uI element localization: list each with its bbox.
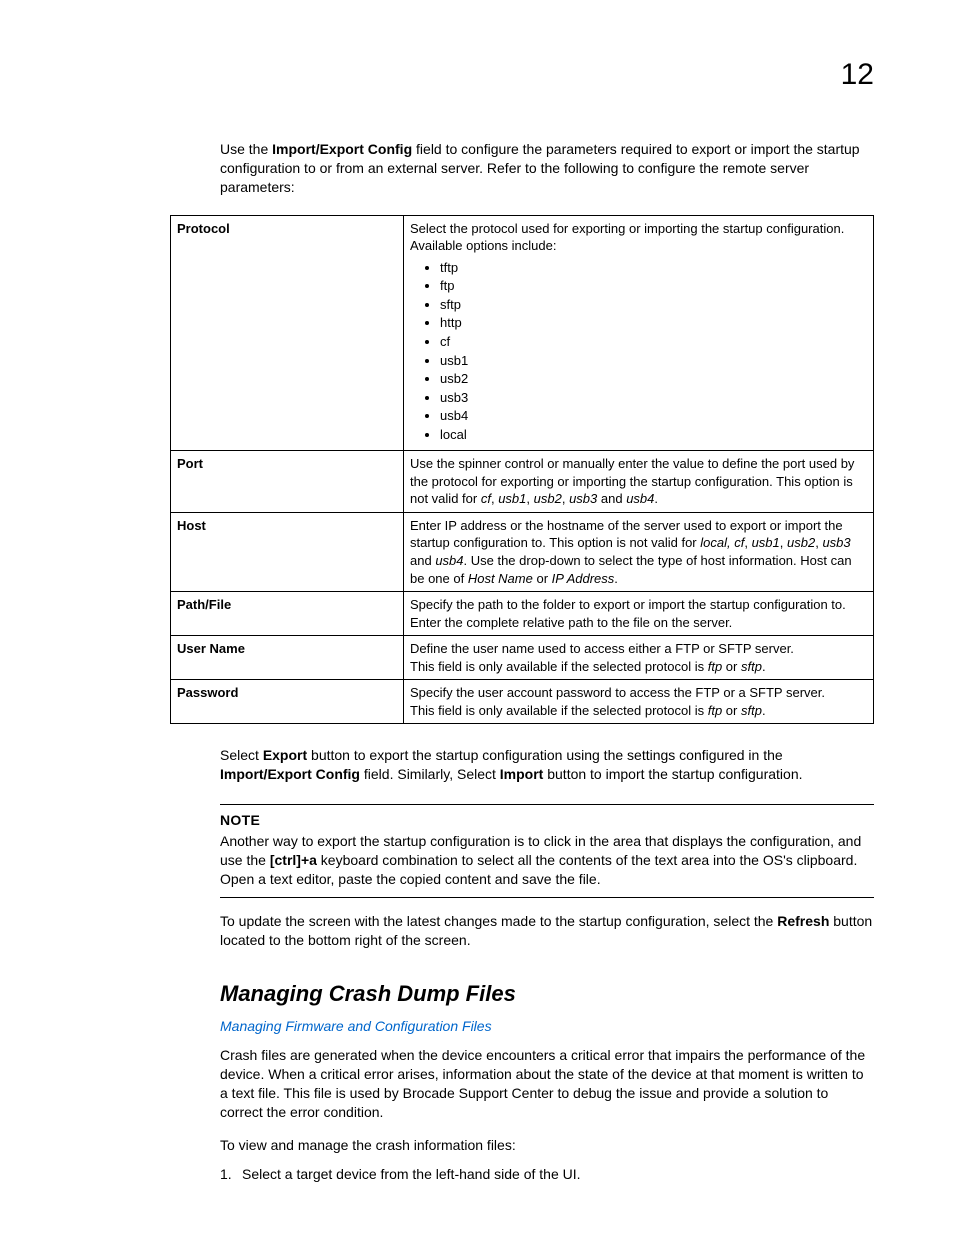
text-block: Enter IP address or the hostname of the … <box>410 517 867 587</box>
text-italic: usb1 <box>498 491 526 506</box>
text: Select <box>220 747 263 763</box>
text: Define the user name used to access eith… <box>410 641 794 656</box>
list-item: usb3 <box>440 389 867 408</box>
text-italic: usb2 <box>534 491 562 506</box>
text-italic: usb4 <box>626 491 654 506</box>
section-heading: Managing Crash Dump Files <box>220 979 874 1009</box>
param-label: User Name <box>171 636 404 680</box>
list-item: http <box>440 314 867 333</box>
text-italic: sftp <box>741 659 762 674</box>
param-label: Protocol <box>171 215 404 451</box>
param-label: Password <box>171 680 404 724</box>
crash-paragraph: Crash files are generated when the devic… <box>170 1046 874 1122</box>
note-block: NOTE Another way to export the startup c… <box>220 804 874 898</box>
text: , <box>526 491 533 506</box>
text-italic: sftp <box>741 703 762 718</box>
text: . <box>614 571 618 586</box>
list-item: tftp <box>440 259 867 278</box>
text-bold: Import <box>500 766 544 782</box>
param-description: Specify the path to the folder to export… <box>404 592 874 636</box>
step-number: 1. <box>220 1165 242 1184</box>
table-row: User Name Define the user name used to ac… <box>171 636 874 680</box>
table-row: ProtocolSelect the protocol used for exp… <box>171 215 874 451</box>
text: Specify the user account password to acc… <box>410 685 825 700</box>
section-link[interactable]: Managing Firmware and Configuration File… <box>220 1017 874 1036</box>
text-italic: usb1 <box>752 535 780 550</box>
ordered-step: 1.Select a target device from the left-h… <box>220 1165 874 1184</box>
text-italic: IP Address <box>552 571 615 586</box>
text-italic: Host Name <box>468 571 533 586</box>
text-italic: cf <box>481 491 491 506</box>
text: This field is only available if the sele… <box>410 703 708 718</box>
intro-paragraph: Use the Import/Export Config field to co… <box>170 140 874 197</box>
param-description: Select the protocol used for exporting o… <box>404 215 874 451</box>
text-italic: usb4 <box>435 553 463 568</box>
list-item: local <box>440 426 867 445</box>
text-italic: usb2 <box>787 535 815 550</box>
text: Use the <box>220 141 272 157</box>
text: button to import the startup configurati… <box>543 766 802 782</box>
text-line: This field is only available if the sele… <box>410 658 867 676</box>
param-label: Path/File <box>171 592 404 636</box>
list-item: ftp <box>440 277 867 296</box>
option-list: tftpftpsftphttpcfusb1usb2usb3usb4local <box>440 259 867 444</box>
param-description: Enter IP address or the hostname of the … <box>404 512 874 591</box>
text: . <box>762 703 766 718</box>
text: To update the screen with the latest cha… <box>220 913 777 929</box>
text: This field is only available if the sele… <box>410 659 708 674</box>
text: and <box>597 491 626 506</box>
text-bold: [ctrl]+a <box>270 852 317 868</box>
step-text: Select a target device from the left-han… <box>242 1166 581 1182</box>
param-label: Host <box>171 512 404 591</box>
param-description: Use the spinner control or manually ente… <box>404 451 874 513</box>
list-item: usb2 <box>440 370 867 389</box>
note-body: Another way to export the startup config… <box>220 832 874 889</box>
note-title: NOTE <box>220 811 874 830</box>
text-italic: local, cf <box>700 535 744 550</box>
text: or <box>722 659 741 674</box>
text-italic: ftp <box>708 703 722 718</box>
list-item: sftp <box>440 296 867 315</box>
param-label: Port <box>171 451 404 513</box>
table-row: Password Specify the user account passwor… <box>171 680 874 724</box>
document-page: 12 Use the Import/Export Config field to… <box>0 0 954 1235</box>
list-item: usb4 <box>440 407 867 426</box>
text: , <box>562 491 569 506</box>
text: and <box>410 553 435 568</box>
parameters-table: ProtocolSelect the protocol used for exp… <box>170 215 874 725</box>
text-block: Use the spinner control or manually ente… <box>410 455 867 508</box>
text: , <box>744 535 751 550</box>
text: field. Similarly, Select <box>360 766 500 782</box>
param-description: Define the user name used to access eith… <box>404 636 874 680</box>
text: . <box>654 491 658 506</box>
text-bold: Import/Export Config <box>272 141 412 157</box>
export-import-paragraph: Select Export button to export the start… <box>170 746 874 784</box>
param-description: Specify the user account password to acc… <box>404 680 874 724</box>
refresh-paragraph: To update the screen with the latest cha… <box>170 912 874 950</box>
text: . <box>762 659 766 674</box>
text-block: Specify the path to the folder to export… <box>410 596 867 631</box>
table-row: PortUse the spinner control or manually … <box>171 451 874 513</box>
text: , <box>780 535 787 550</box>
table-row: Path/FileSpecify the path to the folder … <box>171 592 874 636</box>
text-italic: ftp <box>708 659 722 674</box>
text: Select the protocol used for exporting o… <box>410 220 867 255</box>
text-italic: usb3 <box>822 535 850 550</box>
text: Specify the path to the folder to export… <box>410 597 846 630</box>
text: or <box>533 571 552 586</box>
text: or <box>722 703 741 718</box>
text-line: Define the user name used to access eith… <box>410 640 867 658</box>
crash-paragraph-2: To view and manage the crash information… <box>170 1136 874 1155</box>
text-bold: Export <box>263 747 307 763</box>
list-item: usb1 <box>440 352 867 371</box>
page-number: 12 <box>841 55 874 96</box>
text-bold: Import/Export Config <box>220 766 360 782</box>
text-line: This field is only available if the sele… <box>410 702 867 720</box>
text-line: Specify the user account password to acc… <box>410 684 867 702</box>
text: button to export the startup configurati… <box>307 747 783 763</box>
text-bold: Refresh <box>777 913 829 929</box>
table-row: HostEnter IP address or the hostname of … <box>171 512 874 591</box>
text-italic: usb3 <box>569 491 597 506</box>
list-item: cf <box>440 333 867 352</box>
